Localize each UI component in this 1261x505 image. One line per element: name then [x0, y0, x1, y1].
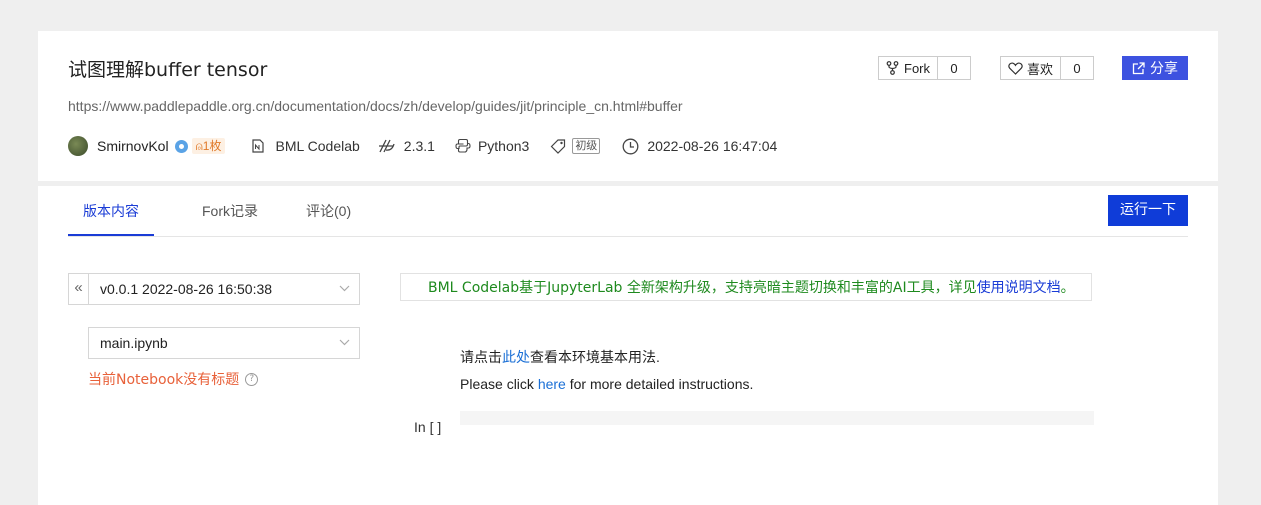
date-info: 2022-08-26 16:47:04 [622, 138, 777, 155]
share-icon [1132, 61, 1145, 74]
share-button[interactable]: 分享 [1122, 56, 1188, 80]
language-label: Python3 [477, 138, 530, 154]
python-icon [455, 138, 471, 153]
medal-icon: ⍝ [195, 139, 203, 153]
tag-icon [550, 138, 566, 154]
level-info: 初级 [550, 138, 601, 154]
fork-icon [886, 61, 899, 75]
like-count: 0 [1073, 60, 1081, 76]
verified-icon [174, 139, 188, 153]
file-value: main.ipynb [100, 335, 168, 351]
heart-icon [1008, 61, 1023, 75]
content-tabs: 版本内容 Fork记录 评论(0) [68, 186, 399, 236]
cell-prompt: In [ ] [414, 419, 442, 435]
help-link-cn[interactable]: 此处 [502, 349, 530, 365]
question-icon[interactable]: ? [245, 372, 259, 386]
project-header: 试图理解buffer tensor Fork 0 喜欢 0 分享 https:/… [38, 31, 1218, 181]
notice-text: BML Codelab基于JupyterLab 全新架构升级，支持亮暗主题切换和… [428, 280, 977, 296]
version-select[interactable]: « v0.0.1 2022-08-26 16:50:38 [68, 273, 360, 305]
notebook-markdown-cn: 请点击此处查看本环境基本用法. [460, 349, 660, 365]
no-title-warning: 当前Notebook没有标题 ? [88, 369, 259, 389]
run-button[interactable]: 运行一下 [1108, 195, 1188, 226]
tabs-divider [68, 236, 1188, 237]
tab-fork-records[interactable]: Fork记录 [202, 186, 258, 234]
reference-url[interactable]: https://www.paddlepaddle.org.cn/document… [68, 98, 683, 114]
help-link-en[interactable]: here [538, 376, 566, 392]
notice-suffix: 。 [1060, 280, 1075, 296]
file-select[interactable]: main.ipynb [88, 327, 360, 359]
document-icon [252, 139, 265, 153]
share-label: 分享 [1150, 61, 1178, 77]
tab-comments[interactable]: 评论(0) [306, 186, 351, 234]
collapse-sidebar-icon[interactable]: « [69, 274, 89, 304]
project-meta: SmirnovKol ⍝1枚 BML Codelab 2.3.1 Python3 [68, 135, 777, 157]
platform-info: BML Codelab [250, 138, 360, 154]
avatar[interactable] [68, 136, 88, 156]
page-title: 试图理解buffer tensor [68, 59, 268, 81]
chevron-down-icon [329, 283, 359, 295]
notebook-markdown-en: Please click here for more detailed inst… [460, 376, 754, 392]
like-label: 喜欢 [1027, 61, 1054, 77]
platform-label: BML Codelab [275, 138, 360, 154]
clock-icon [622, 138, 639, 154]
docs-link[interactable]: 使用说明文档 [977, 280, 1061, 296]
paddle-icon [378, 139, 395, 153]
tab-version-content[interactable]: 版本内容 [68, 186, 154, 236]
language-info: Python3 [455, 138, 529, 154]
author-name[interactable]: SmirnovKol [97, 138, 169, 154]
framework-info: 2.3.1 [378, 138, 435, 154]
coin-badge: ⍝1枚 [191, 138, 226, 154]
code-cell[interactable] [460, 411, 1094, 425]
fork-label: Fork [904, 60, 930, 76]
fork-count: 0 [950, 60, 958, 76]
chevron-down-icon [329, 337, 359, 349]
codelab-notice: BML Codelab基于JupyterLab 全新架构升级，支持亮暗主题切换和… [400, 273, 1092, 301]
fork-button[interactable]: Fork 0 [878, 56, 971, 80]
level-tag: 初级 [572, 138, 601, 154]
like-button[interactable]: 喜欢 0 [1000, 56, 1095, 80]
project-content: 版本内容 Fork记录 评论(0) 运行一下 « v0.0.1 2022-08-… [38, 186, 1218, 505]
framework-version: 2.3.1 [403, 138, 435, 154]
created-datetime: 2022-08-26 16:47:04 [647, 138, 778, 154]
version-value: v0.0.1 2022-08-26 16:50:38 [100, 281, 273, 297]
